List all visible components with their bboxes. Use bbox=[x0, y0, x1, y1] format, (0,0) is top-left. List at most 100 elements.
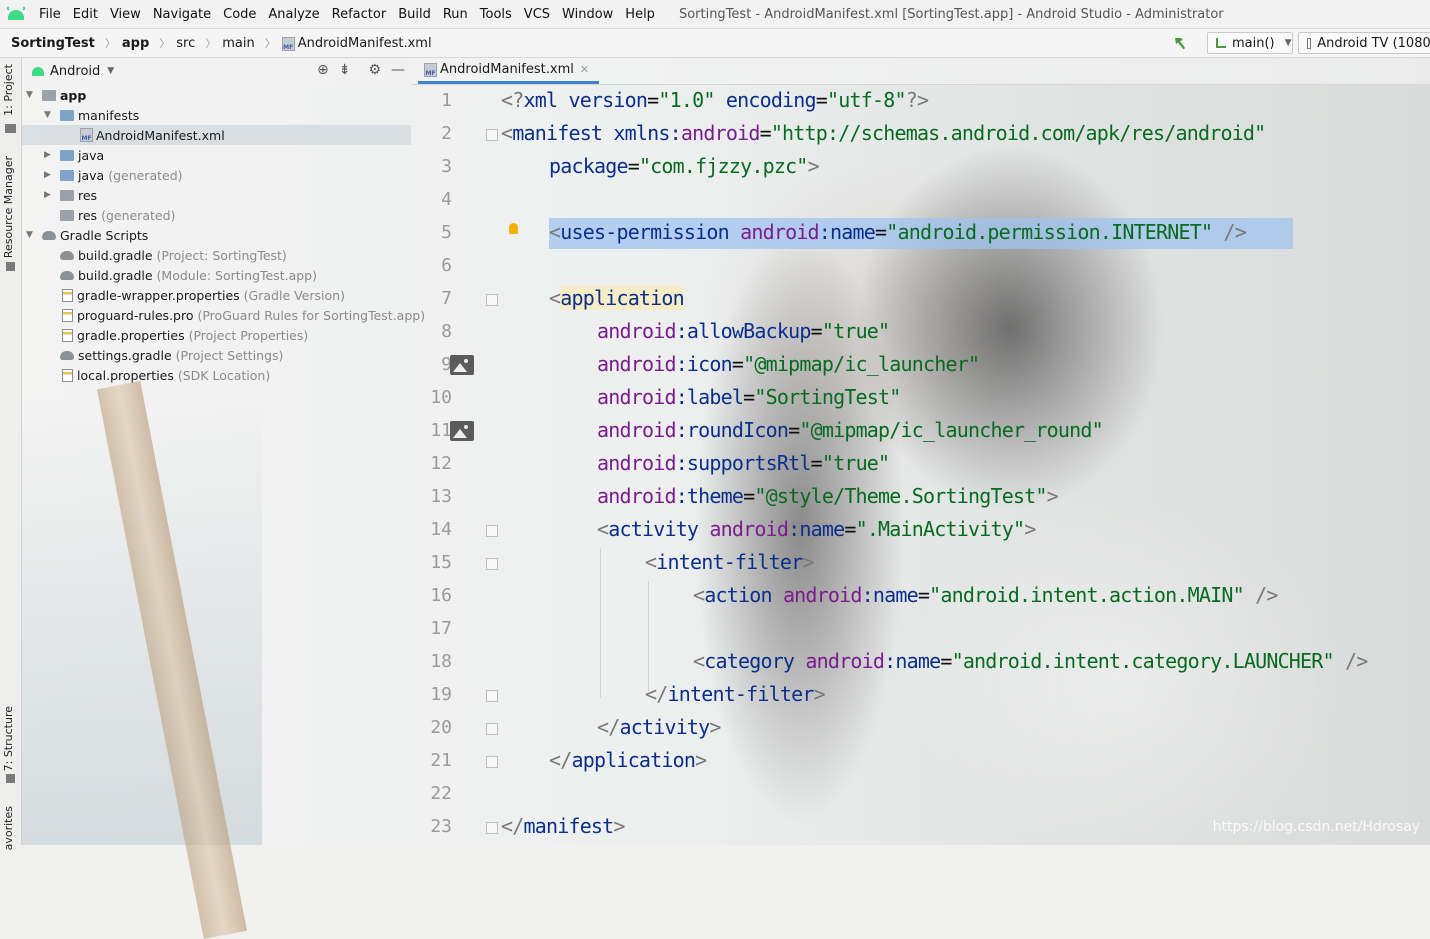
expand-arrow-icon[interactable]: ▶ bbox=[44, 170, 54, 180]
fold-marker-icon[interactable] bbox=[486, 822, 498, 834]
fold-marker-icon[interactable] bbox=[486, 294, 498, 306]
tree-item-java[interactable]: ▶ java bbox=[44, 145, 104, 165]
tree-item-app[interactable]: ▼ app bbox=[26, 85, 86, 105]
gear-icon[interactable]: ⚙ bbox=[368, 62, 381, 78]
menu-analyze[interactable]: Analyze bbox=[262, 7, 325, 22]
editor-tab-androidmanifest[interactable]: MF AndroidManifest.xml ✕ bbox=[418, 58, 600, 84]
code-line-2[interactable]: <manifest xmlns:android="http://schemas.… bbox=[501, 121, 1266, 145]
line-number: 4 bbox=[441, 189, 452, 210]
tree-item-build-gradle-module[interactable]: build.gradle (Module: SortingTest.app) bbox=[60, 265, 317, 285]
tree-item-local-properties[interactable]: local.properties (SDK Location) bbox=[62, 365, 270, 385]
tree-item-label: local.properties bbox=[77, 367, 174, 383]
tree-item-gradle-scripts[interactable]: ▼ Gradle Scripts bbox=[26, 225, 148, 245]
fold-marker-icon[interactable] bbox=[486, 690, 498, 702]
gradle-file-icon bbox=[60, 350, 74, 360]
menu-refactor[interactable]: Refactor bbox=[326, 7, 393, 22]
breadcrumb-file-label: AndroidManifest.xml bbox=[297, 35, 432, 51]
resource-folder-icon bbox=[60, 209, 74, 221]
code-line-10[interactable]: android:label="SortingTest" bbox=[597, 385, 901, 409]
code-line-8[interactable]: android:allowBackup="true" bbox=[597, 319, 890, 343]
menu-window[interactable]: Window bbox=[556, 7, 619, 22]
android-view-icon bbox=[32, 66, 44, 76]
project-view-mode[interactable]: Android bbox=[50, 64, 100, 79]
expand-arrow-icon[interactable]: ▼ bbox=[26, 90, 36, 100]
locate-file-icon[interactable]: ⊕ bbox=[317, 62, 329, 78]
chevron-down-icon[interactable]: ▼ bbox=[107, 66, 114, 76]
launcher-image-preview-icon[interactable] bbox=[450, 355, 474, 375]
tree-item-res[interactable]: ▶ res bbox=[44, 185, 97, 205]
code-line-9[interactable]: android:icon="@mipmap/ic_launcher" bbox=[597, 352, 980, 376]
properties-file-icon bbox=[62, 328, 73, 342]
tree-item-build-gradle-project[interactable]: build.gradle (Project: SortingTest) bbox=[60, 245, 287, 265]
indent-guide bbox=[648, 581, 649, 691]
code-line-18[interactable]: <category android:name="android.intent.c… bbox=[693, 649, 1368, 673]
breadcrumb-main[interactable]: main bbox=[216, 36, 258, 51]
code-line-16[interactable]: <action android:name="android.intent.act… bbox=[693, 583, 1278, 607]
fold-marker-icon[interactable] bbox=[486, 525, 498, 537]
run-configuration-dropdown[interactable]: main() ▼ bbox=[1207, 32, 1293, 54]
device-selector-dropdown[interactable]: Android TV (1080p bbox=[1298, 32, 1430, 54]
make-project-hammer-icon[interactable] bbox=[1172, 35, 1188, 51]
tree-item-gradle-properties[interactable]: gradle.properties (Project Properties) bbox=[62, 325, 308, 345]
menu-code[interactable]: Code bbox=[217, 7, 262, 22]
menu-edit[interactable]: Edit bbox=[67, 7, 104, 22]
code-line-19[interactable]: </intent-filter> bbox=[645, 682, 826, 706]
expand-arrow-icon[interactable]: ▼ bbox=[26, 230, 36, 240]
code-line-15[interactable]: <intent-filter> bbox=[645, 550, 814, 574]
menu-navigate[interactable]: Navigate bbox=[147, 7, 217, 22]
tree-item-androidmanifest[interactable]: MF AndroidManifest.xml bbox=[22, 125, 411, 145]
menu-vcs[interactable]: VCS bbox=[518, 7, 556, 22]
expand-arrow-icon[interactable]: ▼ bbox=[44, 110, 54, 120]
expand-arrow-icon[interactable]: ▶ bbox=[44, 190, 54, 200]
line-number: 2 bbox=[441, 123, 452, 144]
code-line-1[interactable]: <?xml version="1.0" encoding="utf-8"?> bbox=[501, 88, 929, 112]
menu-run[interactable]: Run bbox=[437, 7, 474, 22]
tree-item-res-generated[interactable]: res (generated) bbox=[44, 205, 175, 225]
code-line-14[interactable]: <activity android:name=".MainActivity"> bbox=[597, 517, 1036, 541]
tree-item-gradle-wrapper-properties[interactable]: gradle-wrapper.properties (Gradle Versio… bbox=[62, 285, 345, 305]
tree-item-proguard-rules[interactable]: proguard-rules.pro (ProGuard Rules for S… bbox=[62, 305, 425, 325]
code-line-13[interactable]: android:theme="@style/Theme.SortingTest"… bbox=[597, 484, 1059, 508]
code-line-11[interactable]: android:roundIcon="@mipmap/ic_launcher_r… bbox=[597, 418, 1104, 442]
tree-item-hint: (Project Settings) bbox=[175, 347, 284, 363]
tree-item-java-generated[interactable]: ▶ java (generated) bbox=[44, 165, 183, 185]
android-studio-logo-icon bbox=[7, 7, 25, 21]
menu-help[interactable]: Help bbox=[619, 7, 661, 22]
fold-marker-icon[interactable] bbox=[486, 129, 498, 141]
code-line-21[interactable]: </application> bbox=[549, 748, 707, 772]
breadcrumb-src[interactable]: src bbox=[170, 36, 199, 51]
menu-tools[interactable]: Tools bbox=[474, 7, 518, 22]
gradle-file-icon bbox=[60, 270, 74, 280]
breadcrumb-file[interactable]: MF AndroidManifest.xml bbox=[276, 36, 436, 51]
tree-item-settings-gradle[interactable]: settings.gradle (Project Settings) bbox=[60, 345, 283, 365]
menu-build[interactable]: Build bbox=[392, 7, 437, 22]
resource-manager-tool-tab[interactable]: Resource Manager bbox=[2, 156, 15, 258]
project-panel-header: Android ▼ ⊕ ⇟ ⚙ — bbox=[22, 58, 411, 84]
structure-tool-tab[interactable]: 7: Structure bbox=[2, 706, 15, 771]
device-icon bbox=[1307, 37, 1312, 49]
breadcrumb-app[interactable]: app bbox=[116, 36, 153, 51]
expand-arrow-icon[interactable]: ▶ bbox=[44, 150, 54, 160]
intention-bulb-icon[interactable] bbox=[509, 223, 518, 234]
fold-marker-icon[interactable] bbox=[486, 756, 498, 768]
code-line-5[interactable]: <uses-permission android:name="android.p… bbox=[549, 220, 1247, 244]
code-line-23[interactable]: </manifest> bbox=[501, 814, 625, 838]
hide-panel-icon[interactable]: — bbox=[391, 62, 405, 78]
code-line-3[interactable]: package="com.fjzzy.pzc"> bbox=[549, 154, 820, 178]
code-line-12[interactable]: android:supportsRtl="true" bbox=[597, 451, 890, 475]
tree-item-manifests[interactable]: ▼ manifests bbox=[44, 105, 139, 125]
code-line-20[interactable]: </activity> bbox=[597, 715, 721, 739]
line-number: 17 bbox=[430, 618, 452, 639]
breadcrumb-project[interactable]: SortingTest bbox=[0, 36, 99, 51]
project-tool-tab[interactable]: 1: Project bbox=[2, 64, 15, 116]
fold-marker-icon[interactable] bbox=[486, 723, 498, 735]
fold-marker-icon[interactable] bbox=[486, 558, 498, 570]
menu-view[interactable]: View bbox=[104, 7, 147, 22]
code-line-7[interactable]: <application bbox=[549, 286, 685, 310]
menu-file[interactable]: File bbox=[33, 7, 67, 22]
close-tab-icon[interactable]: ✕ bbox=[580, 63, 589, 76]
collapse-all-icon[interactable]: ⇟ bbox=[339, 62, 351, 78]
line-number: 15 bbox=[430, 552, 452, 573]
favorites-tool-tab[interactable]: avorites bbox=[2, 806, 15, 850]
round-launcher-image-preview-icon[interactable] bbox=[450, 421, 474, 441]
